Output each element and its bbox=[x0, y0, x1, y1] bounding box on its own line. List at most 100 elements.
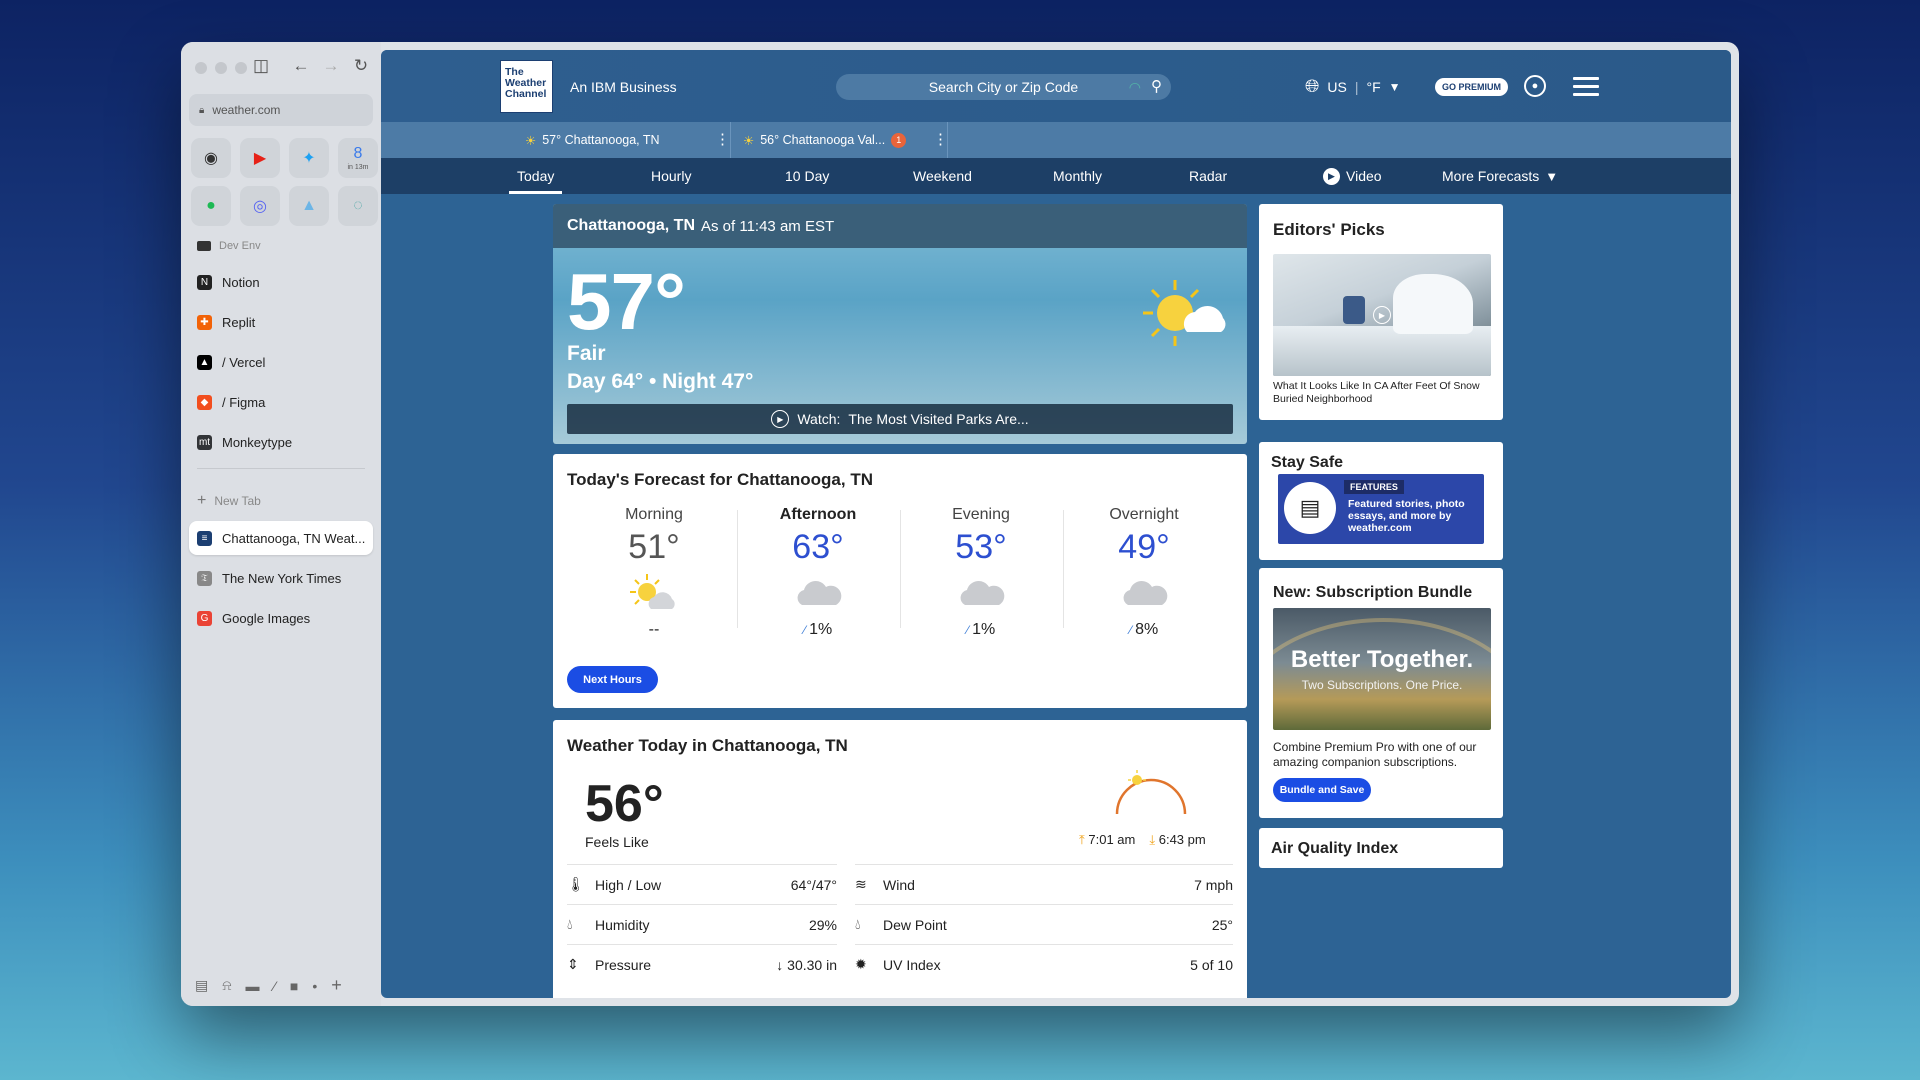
detail-row: 🌡︎ High / Low 64°/47° bbox=[567, 864, 837, 904]
pinned-app[interactable]: ✦ bbox=[289, 138, 329, 178]
nav-video[interactable]: ▶ Video bbox=[1323, 158, 1382, 194]
detail-value: 25° bbox=[1211, 916, 1233, 933]
play-icon: ▶ bbox=[1323, 167, 1340, 185]
logo-line: Channel bbox=[505, 88, 547, 100]
nav-hourly[interactable]: Hourly bbox=[651, 158, 691, 194]
wind-icon: ≋ bbox=[855, 876, 867, 892]
play-circle-icon: ▶ bbox=[771, 410, 790, 428]
nav-10-day[interactable]: 10 Day bbox=[785, 158, 829, 194]
address-bar[interactable]: 🔒︎ weather.com bbox=[189, 94, 373, 126]
period-temp: 49° bbox=[1118, 528, 1170, 566]
nav-monthly[interactable]: Monthly bbox=[1053, 158, 1102, 194]
region-unit-selector[interactable]: 🌐︎ US | °F ▼ bbox=[1305, 76, 1401, 97]
next-hours-button[interactable]: Next Hours bbox=[567, 666, 658, 693]
sidebar-item[interactable]: N Notion bbox=[189, 265, 373, 299]
feels-like-temp: 56° bbox=[585, 775, 664, 833]
forward-icon[interactable]: → bbox=[319, 54, 343, 78]
notion-icon: N bbox=[197, 274, 212, 290]
features-text: Featured stories, photo essays, and more… bbox=[1348, 498, 1465, 534]
period-temp: 51° bbox=[628, 528, 680, 566]
nav-radar[interactable]: Radar bbox=[1189, 158, 1227, 194]
downloads-icon[interactable]: ⍾ bbox=[222, 977, 231, 994]
space-dark-icon[interactable]: ▬ bbox=[246, 978, 260, 994]
period-precip: ⁄ 1% bbox=[906, 621, 1056, 639]
sidebar-item[interactable]: ▲ / Vercel bbox=[189, 345, 373, 379]
sidebar-divider bbox=[197, 468, 365, 469]
address-text: weather.com bbox=[212, 103, 281, 117]
current-condition: Fair bbox=[567, 342, 606, 365]
location-icon[interactable]: ◠ bbox=[1129, 79, 1141, 96]
space-dot-icon[interactable]: • bbox=[312, 978, 317, 994]
pinned-app[interactable]: ● bbox=[191, 186, 231, 226]
sidebar-item[interactable]: ◆ / Figma bbox=[189, 385, 373, 419]
nav-more-forecasts[interactable]: More Forecasts ▼ bbox=[1442, 158, 1558, 194]
sidebar-tab[interactable]: 𝔗 The New York Times bbox=[189, 561, 373, 595]
zoom-window-button[interactable] bbox=[235, 62, 247, 74]
location-tab-label: 57° Chattanooga, TN bbox=[542, 133, 660, 147]
forecast-period[interactable]: Evening 53° ⁄ 1% bbox=[906, 506, 1056, 639]
search-icon[interactable]: ⚲ bbox=[1151, 77, 1162, 95]
features-banner[interactable]: ▤ FEATURES Featured stories, photo essay… bbox=[1278, 474, 1484, 544]
location-tab[interactable]: ☀︎ 57° Chattanooga, TN bbox=[525, 122, 660, 158]
watch-video-bar[interactable]: ▶ Watch: The Most Visited Parks Are... bbox=[567, 404, 1233, 434]
editors-picks-thumbnail[interactable]: ▶ bbox=[1273, 254, 1491, 376]
partly-cloudy-icon: ☀︎ bbox=[525, 133, 537, 148]
sidebar-tab[interactable]: G Google Images bbox=[189, 601, 373, 635]
folder-dev-env[interactable]: Dev Env bbox=[197, 240, 261, 252]
bundle-and-save-button[interactable]: Bundle and Save bbox=[1273, 778, 1371, 802]
pinned-app[interactable]: ◎ bbox=[240, 186, 280, 226]
sidebar-item[interactable]: ✚ Replit bbox=[189, 305, 373, 339]
minimize-window-button[interactable] bbox=[215, 62, 227, 74]
sunrise: ⤒ 7:01 am bbox=[1079, 832, 1135, 848]
bundle-image[interactable]: Better Together. Two Subscriptions. One … bbox=[1273, 608, 1491, 730]
pinned-app[interactable]: ◌ bbox=[338, 186, 378, 226]
weather-today-card: Weather Today in Chattanooga, TN 56° Fee… bbox=[553, 720, 1247, 998]
add-space-icon[interactable]: + bbox=[331, 975, 342, 996]
github-icon: ◉ bbox=[204, 150, 218, 167]
new-tab-button[interactable]: + New Tab bbox=[197, 492, 261, 510]
period-name: Morning bbox=[625, 506, 683, 523]
nav-today[interactable]: Today bbox=[508, 158, 563, 194]
sidebar-item[interactable]: mt Monkeytype bbox=[189, 425, 373, 459]
account-icon[interactable]: ● bbox=[1524, 75, 1546, 97]
pinned-app[interactable]: ▶ bbox=[240, 138, 280, 178]
location-tab[interactable]: ☀︎ 56° Chattanooga Val... 1 bbox=[743, 122, 907, 158]
reload-icon[interactable]: ↻ bbox=[349, 54, 373, 78]
nav-weekend[interactable]: Weekend bbox=[913, 158, 972, 194]
back-icon[interactable]: ← bbox=[289, 54, 313, 78]
sidebar-tab[interactable]: ≡ Chattanooga, TN Weat... bbox=[189, 521, 373, 555]
browser-window: ◫ ← → ↻ 🔒︎ weather.com ◉ ▶ ✦ 8 in 13m ● ◎ ▲ ◌ De… bbox=[181, 42, 1739, 1006]
alert-badge[interactable]: 1 bbox=[891, 132, 907, 148]
location-menu-icon[interactable]: ⋮ bbox=[933, 122, 948, 158]
dew-point-icon: 💧︎ bbox=[855, 916, 861, 932]
pinned-app[interactable]: 8 in 13m bbox=[338, 138, 378, 178]
location-menu-icon[interactable]: ⋮ bbox=[715, 122, 730, 158]
sidebar-footer: ▤ ⍾ ▬ ⁄ ■ • + bbox=[195, 975, 342, 996]
forecast-period[interactable]: Afternoon 63° ⁄ 1% bbox=[743, 506, 893, 639]
library-icon[interactable]: ▤ bbox=[195, 977, 208, 994]
editors-picks-title: Editors' Picks bbox=[1273, 220, 1385, 239]
editors-picks-caption[interactable]: What It Looks Like In CA After Feet Of S… bbox=[1273, 380, 1491, 406]
nyt-icon: 𝔗 bbox=[197, 570, 212, 586]
search-input[interactable]: Search City or Zip Code ◠ ⚲ bbox=[836, 74, 1171, 100]
pinned-app[interactable]: ◉ bbox=[191, 138, 231, 178]
hamburger-menu-icon[interactable] bbox=[1573, 77, 1599, 101]
as-of-time: As of 11:43 am EST bbox=[701, 217, 835, 235]
sidebar-label: / Vercel bbox=[222, 354, 266, 370]
precip-value: 8% bbox=[1135, 621, 1159, 638]
pinned-app[interactable]: ▲ bbox=[289, 186, 329, 226]
space-pen-icon[interactable]: ⁄ bbox=[274, 978, 276, 994]
sidebar-label: Notion bbox=[222, 274, 260, 290]
twc-logo[interactable]: The Weather Channel bbox=[500, 60, 553, 113]
space-video-icon[interactable]: ■ bbox=[290, 978, 298, 994]
go-premium-button[interactable]: GO PREMIUM bbox=[1435, 78, 1509, 96]
detail-value: 7 mph bbox=[1194, 876, 1233, 893]
forecast-period[interactable]: Overnight 49° ⁄ 8% bbox=[1069, 506, 1219, 639]
close-window-button[interactable] bbox=[195, 62, 207, 74]
forecast-period[interactable]: Morning 51° -- bbox=[579, 506, 729, 639]
bundle-headline: Better Together. bbox=[1290, 646, 1474, 673]
sunrise-time: 7:01 am bbox=[1088, 832, 1136, 847]
sidebar-label: Replit bbox=[222, 314, 256, 330]
toggle-sidebar-icon[interactable]: ◫ bbox=[249, 54, 273, 78]
divider bbox=[737, 510, 738, 628]
